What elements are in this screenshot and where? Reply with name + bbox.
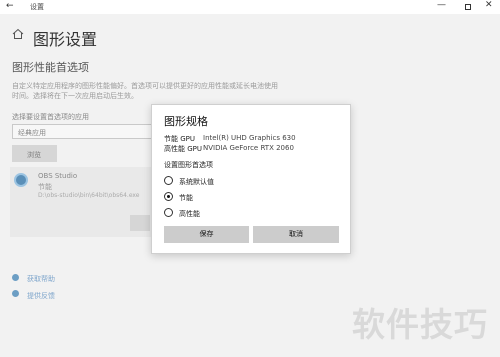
get-help-link[interactable]: 获取帮助 — [27, 274, 55, 284]
watermark-text: 软件技巧 — [352, 305, 488, 344]
app-select-label: 选择要设置首选项的应用 — [12, 113, 89, 121]
graphics-preference-label: 设置图形首选项 — [164, 161, 213, 169]
browse-button-label: 浏览 — [27, 151, 41, 159]
window-title: 设置 — [30, 3, 44, 11]
home-icon[interactable] — [12, 28, 24, 40]
radio-system-default[interactable] — [164, 176, 173, 185]
dialog-title: 图形规格 — [164, 115, 208, 128]
high-performance-gpu-value: NVIDIA GeForce RTX 2060 — [203, 144, 294, 152]
radio-high-performance-label[interactable]: 高性能 — [179, 209, 200, 219]
app-preference: 节能 — [38, 183, 52, 191]
section-description: 自定义特定应用程序的图形性能偏好。首选项可以提供更好的应用性能或延长电池使用时间… — [12, 82, 278, 100]
power-saving-gpu-value: Intel(R) UHD Graphics 630 — [203, 134, 296, 142]
back-arrow-icon[interactable]: ← — [6, 1, 14, 11]
radio-high-performance[interactable] — [164, 208, 173, 217]
high-performance-gpu-label: 高性能 GPU — [164, 145, 202, 153]
options-button[interactable] — [130, 215, 150, 231]
radio-system-default-label[interactable]: 系统默认值 — [179, 177, 214, 187]
section-title: 图形性能首选项 — [12, 61, 89, 74]
close-icon[interactable]: ✕ — [485, 0, 493, 10]
feedback-icon — [12, 290, 19, 297]
app-path: D:\obs-studio\bin\64bit\obs64.exe — [38, 192, 140, 199]
maximize-icon[interactable] — [465, 4, 471, 10]
radio-power-saving[interactable] — [164, 192, 173, 201]
cancel-button[interactable]: 取消 — [253, 226, 339, 243]
radio-power-saving-label[interactable]: 节能 — [179, 193, 193, 203]
obs-studio-icon — [14, 173, 28, 187]
save-button[interactable]: 保存 — [164, 226, 249, 243]
app-name: OBS Studio — [38, 172, 78, 180]
power-saving-gpu-label: 节能 GPU — [164, 135, 195, 143]
page-title: 图形设置 — [33, 30, 98, 49]
app-type-select-value: 经典应用 — [18, 129, 46, 137]
minimize-icon[interactable]: — — [437, 0, 446, 10]
title-bar — [0, 0, 500, 14]
help-icon — [12, 274, 19, 281]
feedback-link[interactable]: 提供反馈 — [27, 291, 55, 301]
